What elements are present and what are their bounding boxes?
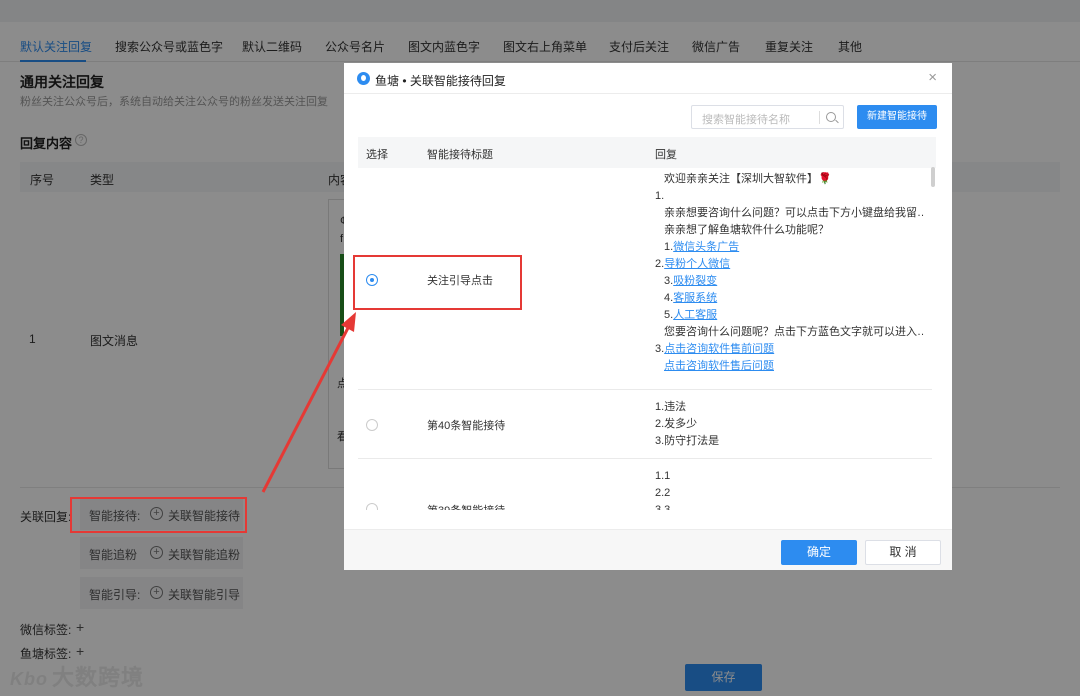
annotation-arrow-icon — [261, 312, 356, 493]
